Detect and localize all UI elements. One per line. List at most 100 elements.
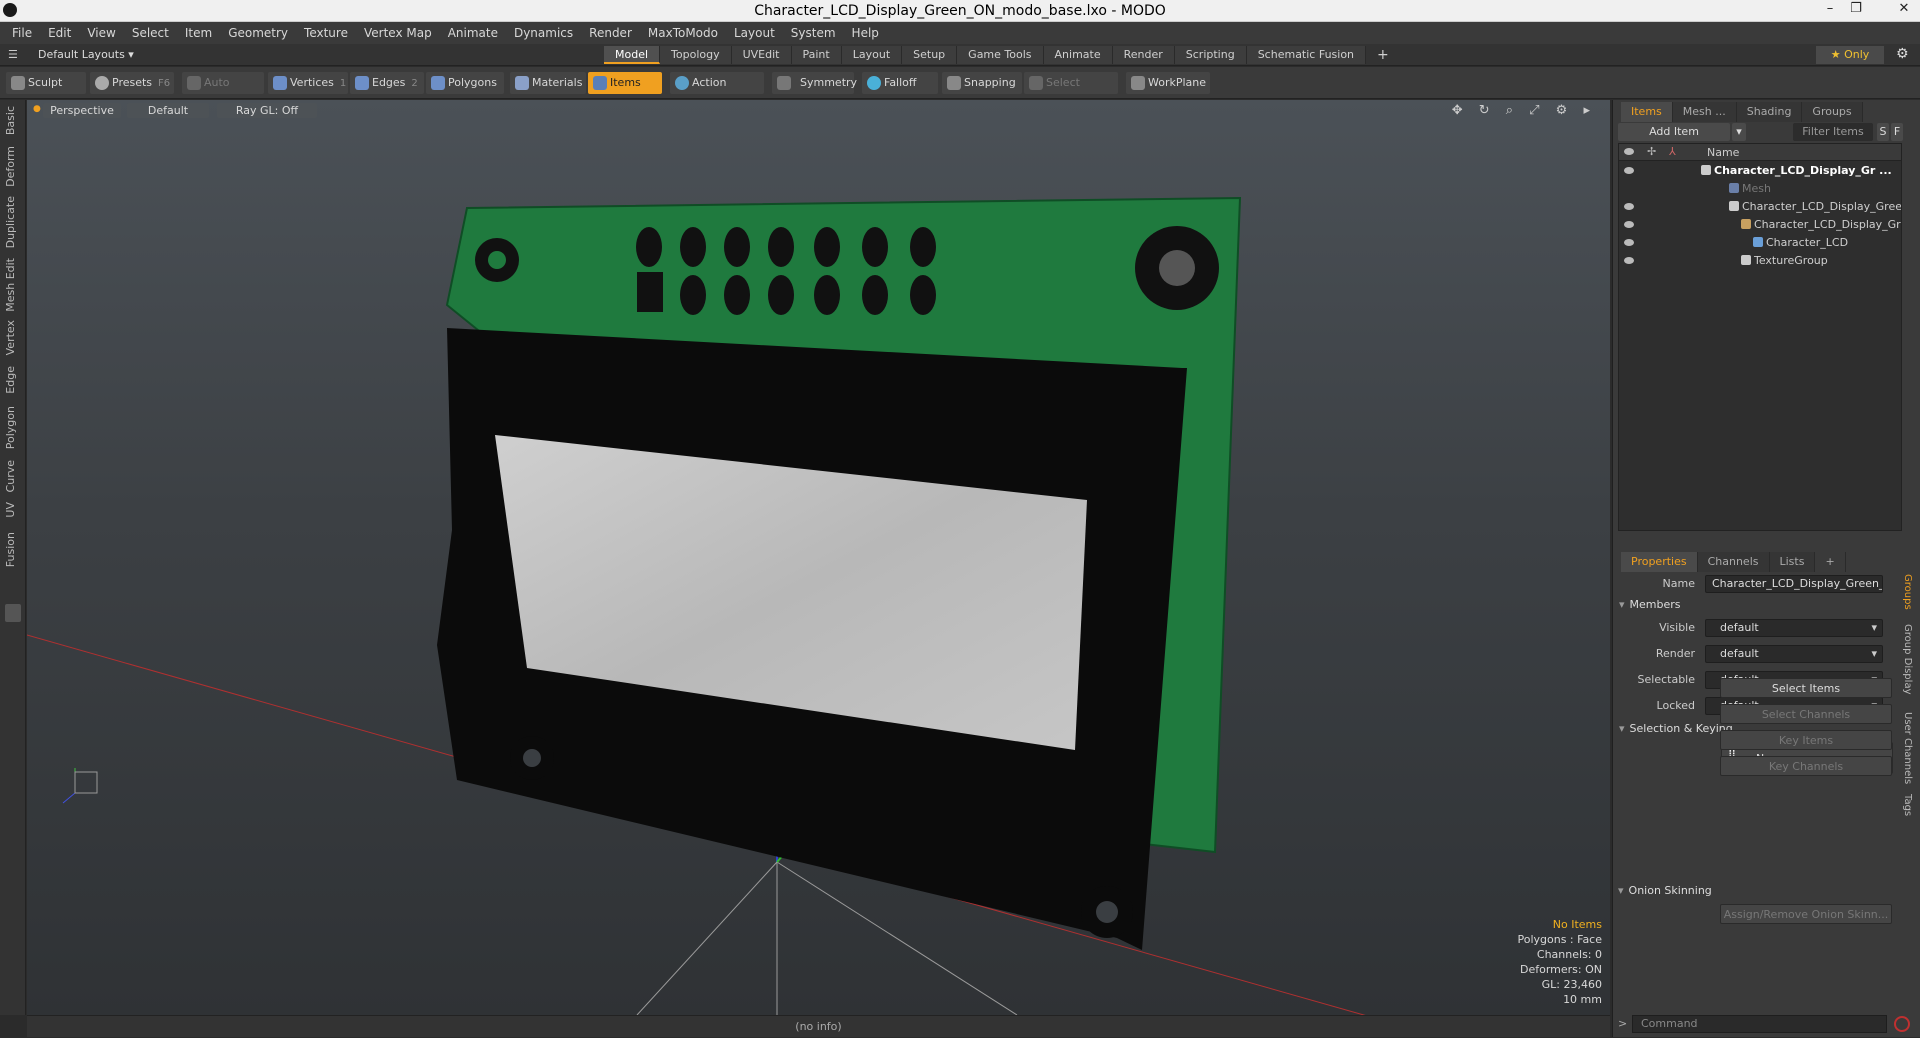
tab-groups[interactable]: Groups [1802,102,1863,122]
s-button[interactable]: S [1877,123,1889,141]
left-tab-deform[interactable]: Deform [4,146,22,187]
item-row-group[interactable]: Character_LCD_Display_Gree ... [1619,198,1901,216]
visible-select[interactable]: default ▾ [1705,619,1883,637]
selection-keying-section[interactable]: Selection & Keying [1619,722,1733,735]
menu-geometry[interactable]: Geometry [220,26,296,40]
view-type-button[interactable]: Perspective [43,103,121,118]
tab-animate[interactable]: Animate [1043,46,1113,64]
render-select[interactable]: default ▾ [1705,645,1883,663]
presets-button[interactable]: Presets F6 [90,72,174,94]
tab-schematic-fusion[interactable]: Schematic Fusion [1246,46,1367,64]
left-tab-mesh-edit[interactable]: Mesh Edit [4,258,22,312]
menu-dynamics[interactable]: Dynamics [506,26,581,40]
minimize-button[interactable]: – [1820,1,1840,16]
key-channels-button[interactable]: Key Channels [1720,756,1892,776]
menu-select[interactable]: Select [124,26,177,40]
add-tab-button[interactable]: + [1366,46,1400,64]
left-tab-uv[interactable]: UV [4,502,22,518]
tab-properties[interactable]: Properties [1621,552,1698,572]
symmetry-button[interactable]: Symmetry [772,72,857,94]
only-toggle[interactable]: ★ Only [1816,46,1884,64]
menu-animate[interactable]: Animate [440,26,506,40]
add-item-dropdown-icon[interactable]: ▾ [1732,123,1746,141]
menu-vertex-map[interactable]: Vertex Map [356,26,440,40]
tab-channels[interactable]: Channels [1697,552,1770,572]
menu-view[interactable]: View [79,26,123,40]
onion-skinning-section[interactable]: Onion Skinning [1618,884,1712,897]
falloff-button[interactable]: Falloff [862,72,938,94]
members-section[interactable]: Members [1619,598,1681,611]
tab-setup[interactable]: Setup [902,46,958,64]
sculpt-button[interactable]: Sculpt [6,72,86,94]
eye-icon[interactable] [1624,203,1634,210]
filter-items-input[interactable]: Filter Items [1793,123,1873,141]
viewport-nav-icons[interactable]: ✥ ↻ ⌕ ⤢ ⚙ ▸ [1452,103,1596,118]
menu-maxtomodo[interactable]: MaxToModo [640,26,726,40]
left-tab-basic[interactable]: Basic [4,106,22,135]
item-row-mesh[interactable]: Mesh [1619,180,1901,198]
raygl-toggle[interactable]: Ray GL: Off [217,103,317,118]
tab-game-tools[interactable]: Game Tools [957,46,1044,64]
name-field[interactable]: Character_LCD_Display_Green_C [1705,575,1883,593]
eye-icon[interactable] [1624,239,1634,246]
key-items-button[interactable]: Key Items [1720,730,1892,750]
select-through-button[interactable]: Select Through [1024,72,1118,111]
settings-gear-icon[interactable]: ⚙ [1896,46,1909,62]
items-button[interactable]: Items [588,72,662,94]
snapping-button[interactable]: Snapping [942,72,1022,94]
side-tab-user-channels[interactable]: User Channels [1902,712,1913,784]
item-row-scene[interactable]: Character_LCD_Display_Gr ... [1619,162,1901,180]
side-tab-groups[interactable]: Groups [1902,574,1913,610]
left-tab-polygon[interactable]: Polygon [4,406,22,449]
workplane-button[interactable]: WorkPlane [1126,72,1210,94]
tab-render[interactable]: Render [1112,46,1175,64]
shading-mode-button[interactable]: Default [127,103,209,118]
assign-onion-skinning-button[interactable]: Assign/Remove Onion Skinn... [1720,904,1892,924]
left-tab-fusion[interactable]: Fusion [4,532,22,567]
tab-mesh[interactable]: Mesh ... [1672,102,1737,122]
left-tab-vertex[interactable]: Vertex [4,320,22,355]
menu-system[interactable]: System [783,26,844,40]
menu-file[interactable]: File [4,26,40,40]
left-tab-curve[interactable]: Curve [4,460,22,492]
edges-button[interactable]: Edges 2 [350,72,424,94]
record-icon[interactable] [1894,1016,1910,1032]
close-button[interactable]: ✕ [1894,1,1914,16]
tab-items[interactable]: Items [1621,102,1673,122]
item-row-texture-group[interactable]: TextureGroup [1619,252,1901,270]
layout-preset-dropdown[interactable]: Default Layouts ▾ [38,48,134,61]
select-items-button[interactable]: Select Items [1720,678,1892,698]
viewport-menu-icon[interactable]: ● [33,104,41,114]
select-channels-button[interactable]: Select Channels [1720,704,1892,724]
tab-layout[interactable]: Layout [841,46,903,64]
side-tab-group-display[interactable]: Group Display [1902,624,1913,694]
auto-select-button[interactable]: Auto Select [182,72,264,111]
menu-texture[interactable]: Texture [296,26,356,40]
eye-icon[interactable] [1624,167,1634,174]
tab-paint[interactable]: Paint [791,46,842,64]
add-item-button[interactable]: Add Item [1618,123,1730,141]
eye-icon[interactable] [1624,257,1634,264]
item-list[interactable]: ✢ ⅄ Name Character_LCD_Display_Gr ... Me… [1618,143,1902,531]
side-tab-tags[interactable]: Tags [1902,794,1913,816]
f-button[interactable]: F [1891,123,1903,141]
tab-lists[interactable]: Lists [1769,552,1816,572]
tab-shading[interactable]: Shading [1736,102,1803,122]
menu-layout[interactable]: Layout [726,26,783,40]
restore-button[interactable]: ❐ [1846,1,1866,16]
left-tab-duplicate[interactable]: Duplicate [4,196,22,248]
item-row-lcd-mesh[interactable]: Character_LCD [1619,234,1901,252]
menu-edit[interactable]: Edit [40,26,79,40]
polygons-button[interactable]: Polygons [426,72,504,94]
left-panel-toggle[interactable] [5,604,21,622]
add-properties-tab-button[interactable]: + [1815,552,1846,572]
tab-scripting[interactable]: Scripting [1174,46,1247,64]
eye-icon[interactable] [1624,221,1634,228]
item-row-locator[interactable]: Character_LCD_Display_Gr ... [1619,216,1901,234]
action-center-button[interactable]: Action Center [670,72,764,111]
tab-uvedit[interactable]: UVEdit [731,46,792,64]
vertices-button[interactable]: Vertices 1 [268,72,348,94]
tab-model[interactable]: Model [604,46,661,64]
command-input[interactable]: Command [1632,1015,1887,1033]
menu-render[interactable]: Render [581,26,640,40]
